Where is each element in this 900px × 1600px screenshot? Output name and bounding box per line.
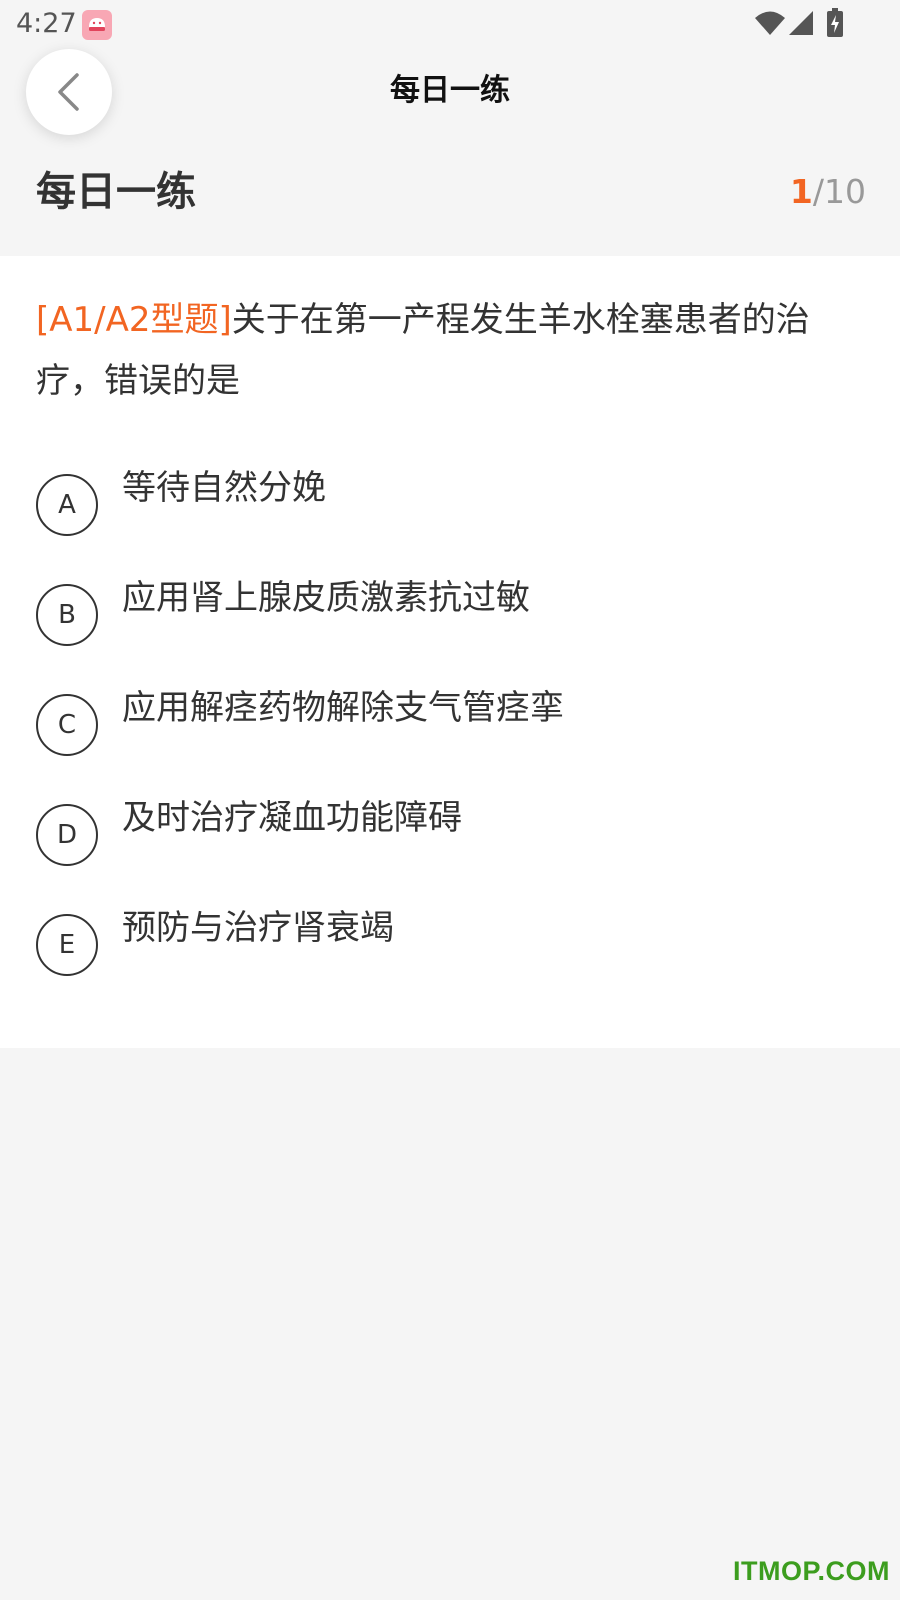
progress-total: /10: [812, 172, 866, 211]
back-button[interactable]: [26, 49, 112, 135]
chevron-left-icon: [58, 73, 79, 111]
option-e[interactable]: E 预防与治疗肾衰竭: [36, 904, 866, 976]
battery-charging-icon: [826, 8, 844, 42]
option-letter: C: [36, 694, 98, 756]
option-text: 预防与治疗肾衰竭: [122, 908, 394, 948]
question-stem: [A1/A2型题]关于在第一产程发生羊水栓塞患者的治疗，错误的是: [36, 290, 866, 412]
page-title: 每日一练: [390, 73, 510, 108]
option-d[interactable]: D 及时治疗凝血功能障碍: [36, 794, 866, 866]
option-text: 等待自然分娩: [122, 468, 326, 508]
option-letter: B: [36, 584, 98, 646]
option-text: 应用解痉药物解除支气管痉挛: [122, 688, 564, 728]
status-time: 4:27: [16, 8, 77, 39]
sub-header: 每日一练 1/10: [0, 136, 900, 256]
question-type-tag: [A1/A2型题]: [36, 300, 232, 340]
option-letter: E: [36, 914, 98, 976]
question-progress: 1/10: [790, 166, 866, 218]
option-letter: A: [36, 474, 98, 536]
wifi-icon: [754, 10, 786, 40]
option-text: 及时治疗凝血功能障碍: [122, 798, 462, 838]
option-letter: D: [36, 804, 98, 866]
question-card: [A1/A2型题]关于在第一产程发生羊水栓塞患者的治疗，错误的是 A 等待自然分…: [0, 256, 900, 1048]
watermark: ITMOP.COM: [732, 1556, 890, 1586]
status-bar: 4:27: [0, 0, 900, 48]
header: 每日一练: [0, 48, 900, 136]
progress-current: 1: [789, 172, 813, 211]
option-text: 应用肾上腺皮质激素抗过敏: [122, 578, 530, 618]
option-c[interactable]: C 应用解痉药物解除支气管痉挛: [36, 684, 866, 756]
app-notification-icon: [82, 10, 112, 40]
section-title: 每日一练: [36, 169, 196, 215]
signal-icon: [788, 10, 814, 40]
option-b[interactable]: B 应用肾上腺皮质激素抗过敏: [36, 574, 866, 646]
option-a[interactable]: A 等待自然分娩: [36, 464, 866, 536]
